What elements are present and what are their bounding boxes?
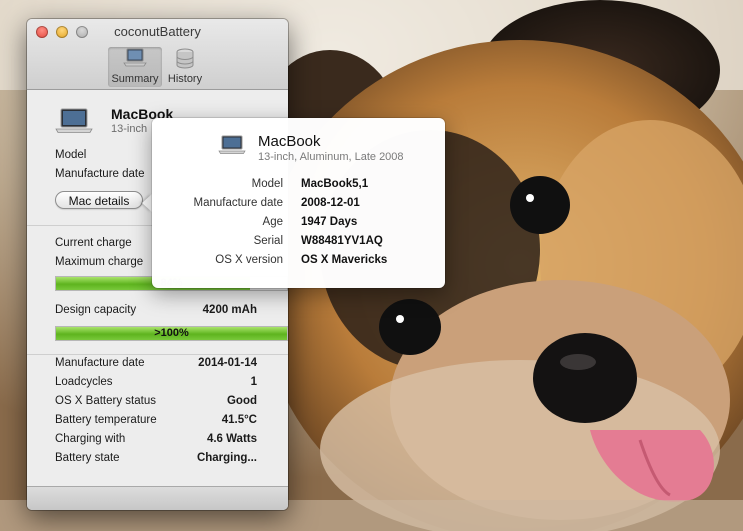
charging-with-label: Charging with: [55, 433, 126, 445]
window-title: coconutBattery: [114, 24, 201, 39]
battery-state-label: Battery state: [55, 452, 120, 464]
popover-subtitle: 13-inch, Aluminum, Late 2008: [258, 151, 404, 163]
battery-status-value: Good: [226, 395, 257, 407]
section-divider: [27, 354, 288, 355]
popover-arrow: [142, 194, 152, 212]
laptop-icon: [123, 48, 147, 67]
battery-status-label: OS X Battery status: [55, 395, 156, 407]
battery-manufacture-date-label: Manufacture date: [55, 357, 145, 369]
battery-manufacture-date-value: 2014-01-14: [198, 357, 257, 369]
charging-with-value: 4.6 Watts: [206, 433, 257, 445]
mac-details-popover: MacBook 13-inch, Aluminum, Late 2008 Mod…: [152, 118, 445, 288]
macbook-icon: [218, 135, 246, 154]
popover-title: MacBook: [258, 133, 321, 150]
model-label: Model: [55, 149, 87, 161]
popover-model-label: Model: [251, 178, 283, 190]
window-statusbar: [27, 486, 288, 510]
battery-temperature-label: Battery temperature: [55, 414, 157, 426]
macbook-icon: [55, 108, 93, 133]
manufacture-date-label: Manufacture date: [55, 168, 145, 180]
capacity-progress-text: >100%: [154, 327, 189, 339]
database-icon: [176, 48, 194, 69]
design-capacity-label: Design capacity: [55, 304, 137, 316]
window-toolbar: coconutBattery Summary History: [27, 19, 288, 90]
battery-state-value: Charging...: [196, 452, 257, 464]
maximum-charge-label: Maximum charge: [55, 256, 144, 268]
toolbar-tab-summary[interactable]: Summary: [108, 47, 162, 87]
popover-manufacture-date-value: 2008-12-01: [301, 197, 360, 209]
popover-os-version-value: OS X Mavericks: [301, 254, 388, 266]
mac-details-button[interactable]: Mac details: [55, 191, 143, 209]
toolbar-tab-history[interactable]: History: [158, 47, 212, 87]
current-charge-label: Current charge: [55, 237, 132, 249]
battery-temperature-value: 41.5°C: [221, 414, 257, 426]
toolbar-tab-label: History: [167, 73, 203, 85]
loadcycles-label: Loadcycles: [55, 376, 113, 388]
capacity-progress-bar: >100%: [55, 326, 288, 341]
popover-model-value: MacBook5,1: [301, 178, 369, 190]
popover-serial-value: W88481YV1AQ: [301, 235, 383, 247]
design-capacity-value: 4200 mAh: [202, 304, 257, 316]
popover-os-version-label: OS X version: [215, 254, 283, 266]
popover-serial-label: Serial: [253, 235, 283, 247]
popover-age-label: Age: [262, 216, 283, 228]
popover-age-value: 1947 Days: [301, 216, 358, 228]
popover-manufacture-date-label: Manufacture date: [193, 197, 283, 209]
toolbar-tab-label: Summary: [111, 73, 159, 85]
loadcycles-value: 1: [250, 376, 257, 388]
